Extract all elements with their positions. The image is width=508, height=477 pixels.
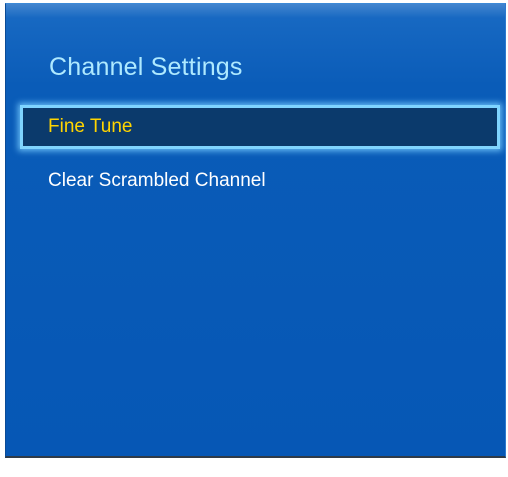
menu-item-label: Fine Tune: [48, 116, 133, 137]
channel-settings-panel: Channel Settings Fine Tune Clear Scrambl…: [5, 3, 506, 458]
menu-item-clear-scrambled-channel[interactable]: Clear Scrambled Channel: [20, 159, 500, 203]
menu-item-label: Clear Scrambled Channel: [48, 170, 266, 191]
panel-top-highlight: [6, 4, 505, 18]
menu-item-fine-tune[interactable]: Fine Tune: [20, 105, 500, 149]
menu-title: Channel Settings: [49, 53, 243, 81]
